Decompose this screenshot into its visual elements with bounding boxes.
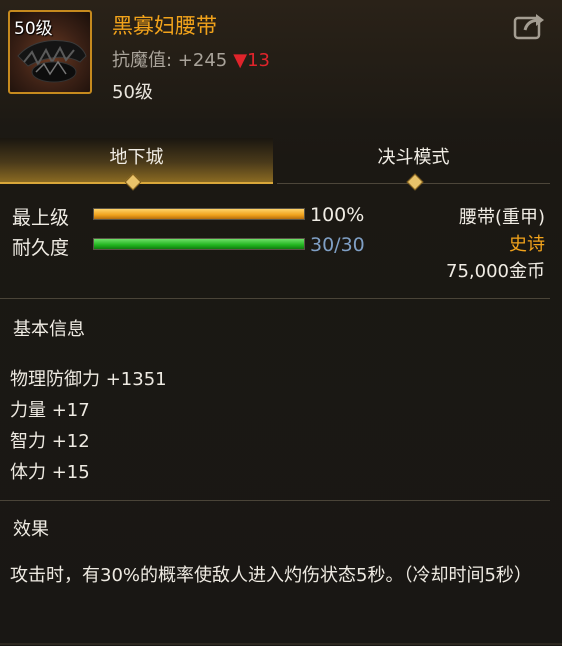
item-price: 75,000金币 [446, 261, 545, 282]
stat-strength: 力量 +17 [10, 400, 90, 421]
item-header: 50级 黑寡妇腰带 抗魔值: +245 ▼13 50级 [0, 0, 562, 118]
upgrade-bar [93, 208, 305, 220]
share-button[interactable] [513, 12, 547, 40]
required-level: 50级 [112, 82, 153, 103]
magic-resist-value: 抗魔值: +245 [112, 50, 228, 71]
item-level-badge: 50级 [14, 19, 53, 39]
durability-label: 耐久度 [12, 237, 70, 259]
divider [0, 500, 550, 501]
upgrade-value: 100% [310, 204, 365, 226]
durability-bar-fill [94, 239, 304, 249]
divider [0, 298, 550, 299]
stat-physical-defense: 物理防御力 +1351 [10, 369, 167, 390]
item-name: 黑寡妇腰带 [112, 14, 217, 38]
bottom-border [0, 643, 562, 645]
durability-bar [93, 238, 305, 250]
effect-description: 攻击时，有30%的概率使敌人进入灼伤状态5秒。（冷却时间5秒） [10, 565, 532, 586]
stat-intelligence: 智力 +12 [10, 431, 90, 452]
mode-tabs: 地下城 决斗模式 [0, 138, 550, 191]
item-type: 腰带(重甲) [458, 207, 545, 228]
effect-title: 效果 [13, 519, 49, 540]
basic-info-title: 基本信息 [13, 319, 85, 340]
resist-decrease-value: 13 [247, 50, 270, 71]
share-out-icon [513, 14, 544, 40]
down-arrow-icon: ▼ [233, 50, 248, 71]
item-tooltip-panel: 50级 黑寡妇腰带 抗魔值: +245 ▼13 50级 地下城 决斗模式 最上级 … [0, 0, 562, 646]
upgrade-bar-fill [94, 209, 304, 219]
belt-item-icon: 50级 [8, 10, 92, 94]
resist-decrease: ▼13 [233, 50, 270, 71]
item-rarity: 史诗 [509, 234, 545, 255]
magic-resist-line: 抗魔值: +245 ▼13 [112, 46, 270, 72]
durability-value: 30/30 [310, 234, 365, 256]
upgrade-label: 最上级 [12, 207, 70, 229]
stat-vitality: 体力 +15 [10, 462, 90, 483]
